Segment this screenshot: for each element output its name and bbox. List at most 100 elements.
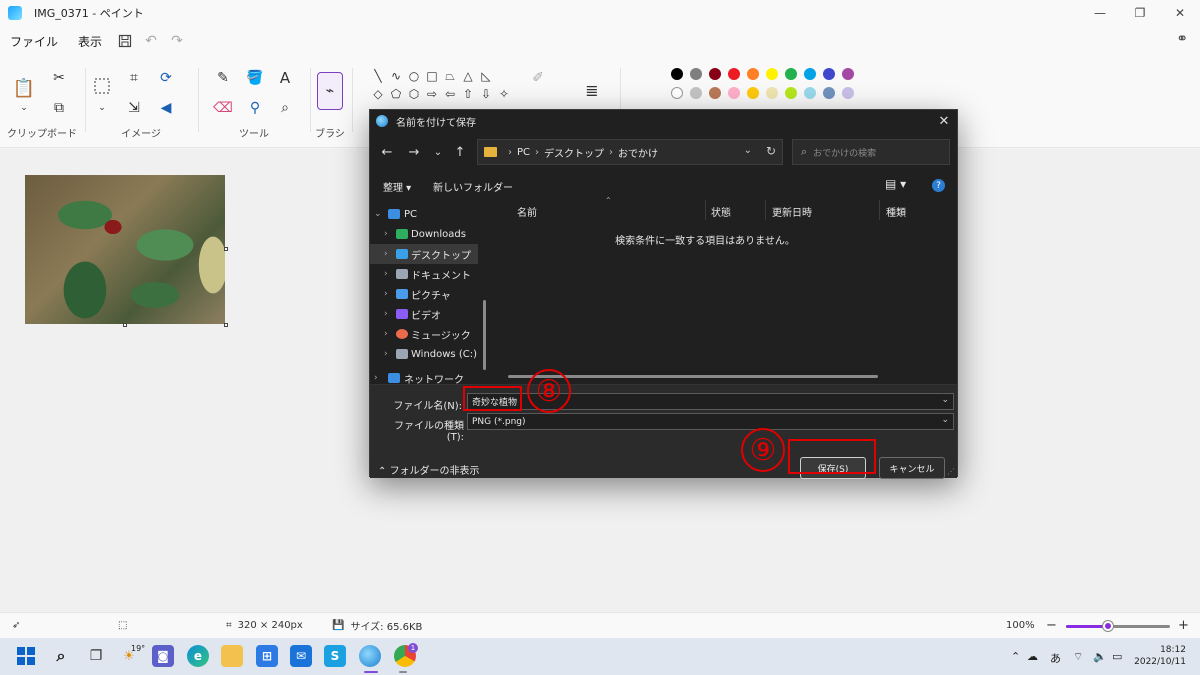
nav-item-documents[interactable]: › ドキュメント [370,264,478,284]
paint-taskbar-icon[interactable] [359,645,381,667]
chevron-right-icon[interactable]: › [384,349,388,359]
task-view-icon[interactable]: ❐ [85,645,107,667]
chevron-right-icon[interactable]: › [374,373,378,383]
color-swatch[interactable] [709,68,721,80]
view-options-icon[interactable]: ▤ ▾ [885,177,906,191]
eraser-icon[interactable]: ⌫ [211,96,235,120]
color-swatch[interactable] [766,68,778,80]
select-icon[interactable] [90,74,114,98]
breadcrumb-desktop[interactable]: デスクトップ [544,145,604,160]
line-width-icon[interactable]: ≣ [580,78,604,102]
menu-file[interactable]: ファイル [0,33,68,50]
chevron-down-icon[interactable]: ⌄ [374,209,382,219]
back-icon[interactable]: ← [377,142,397,162]
skype-icon[interactable]: S [324,645,346,667]
start-icon[interactable] [15,645,37,667]
redo-icon[interactable]: ↷ [164,28,190,54]
organize-button[interactable]: 整理 ▾ [383,179,411,194]
nav-item-videos[interactable]: › ビデオ [370,304,478,324]
column-type[interactable]: 種類 [886,204,906,219]
nav-item-pictures[interactable]: › ピクチャ [370,284,478,304]
chevron-right-icon[interactable]: › [384,229,388,239]
pencil-icon[interactable]: ✎ [211,66,235,90]
menu-view[interactable]: 表示 [68,33,112,50]
color-picker-icon[interactable]: ⚲ [243,96,267,120]
refresh-icon[interactable]: ↻ [766,144,776,158]
zoom-out-icon[interactable]: − [1046,618,1057,633]
color-swatch[interactable] [842,68,854,80]
rotate-icon[interactable]: ⟳ [154,66,178,90]
color-swatch[interactable] [747,68,759,80]
chevron-right-icon[interactable]: › [384,289,388,299]
color-swatch[interactable] [728,87,740,99]
volume-icon[interactable]: 🔈 [1093,650,1107,663]
outline-icon[interactable]: ✐ [526,66,550,90]
zoom-level[interactable]: 100% [1006,620,1035,631]
nav-pane-scrollbar[interactable] [483,300,486,370]
color-swatch[interactable] [842,87,854,99]
save-icon[interactable] [112,28,138,54]
search-input[interactable]: ⌕ おでかけの検索 [792,139,950,165]
cut-icon[interactable]: ✂ [47,66,71,90]
help-icon[interactable]: ? [932,179,945,192]
color-swatch[interactable] [766,87,778,99]
search-icon[interactable]: ⌕ [50,645,72,667]
color-swatch[interactable] [671,68,683,80]
color-swatch[interactable] [804,87,816,99]
maximize-button[interactable]: ❐ [1120,0,1160,26]
magnifier-icon[interactable]: ⌕ [273,96,297,120]
color-swatch[interactable] [728,68,740,80]
column-modified[interactable]: 更新日時 [772,204,812,219]
address-dropdown-icon[interactable]: ⌄ [744,145,752,156]
zoom-in-icon[interactable]: + [1178,618,1189,633]
clock[interactable]: 18:12 2022/10/11 [1134,644,1186,668]
edge-icon[interactable]: e [187,645,209,667]
paste-dropdown-icon[interactable]: ⌄ [12,96,36,120]
new-folder-button[interactable]: 新しいフォルダー [433,179,513,194]
onedrive-icon[interactable]: ☁ [1027,650,1038,663]
color-swatch[interactable] [690,87,702,99]
chevron-right-icon[interactable]: › [384,249,388,259]
close-button[interactable]: ✕ [1160,0,1200,26]
resize-handle[interactable] [224,247,228,251]
mail-icon[interactable]: ✉ [290,645,312,667]
store-icon[interactable]: ⊞ [256,645,278,667]
star-shape-icon[interactable]: ✧ [492,82,516,106]
show-hidden-icons-icon[interactable]: ⌃ [1011,650,1020,663]
flip-icon[interactable]: ◀ [154,96,178,120]
battery-icon[interactable]: ▭ [1112,650,1122,663]
ime-indicator[interactable]: あ [1050,650,1061,666]
up-folder-icon[interactable]: ↑ [450,142,470,162]
file-list[interactable]: ⌃ 名前 状態 更新日時 種類 検索条件に一致する項目はありません。 [505,196,955,380]
resize-grip-icon[interactable]: ⋰ [947,467,955,476]
color-swatch[interactable] [747,87,759,99]
recent-locations-icon[interactable]: ⌄ [428,142,448,162]
fill-icon[interactable]: 🪣 [243,66,267,90]
color-swatch[interactable] [785,87,797,99]
column-status[interactable]: 状態 [711,204,731,219]
color-swatch[interactable] [671,87,683,99]
nav-item-desktop[interactable]: › デスクトップ [370,244,478,264]
color-swatch[interactable] [823,68,835,80]
color-swatch[interactable] [804,68,816,80]
share-icon[interactable]: ⚭ [1176,31,1188,47]
select-dropdown-icon[interactable]: ⌄ [90,96,114,120]
copy-icon[interactable]: ⧉ [47,96,71,120]
undo-icon[interactable]: ↶ [138,28,164,54]
column-name[interactable]: 名前 [517,204,537,219]
nav-item-music[interactable]: › ミュージック [370,324,478,344]
color-swatch[interactable] [690,68,702,80]
nav-item-pc[interactable]: ⌄ PC [370,204,478,224]
chevron-down-icon[interactable]: ⌄ [941,415,949,425]
file-explorer-icon[interactable] [221,645,243,667]
chevron-right-icon[interactable]: › [384,309,388,319]
chevron-down-icon[interactable]: ⌄ [941,395,949,405]
color-swatch[interactable] [785,68,797,80]
zoom-slider-thumb[interactable] [1102,621,1113,631]
filetype-select[interactable]: PNG (*.png) ⌄ [467,413,954,430]
nav-item-downloads[interactable]: › Downloads [370,224,478,244]
resize-handle[interactable] [123,323,127,327]
resize-handle[interactable] [224,323,228,327]
chevron-right-icon[interactable]: › [384,269,388,279]
nav-item-c-drive[interactable]: › Windows (C:) [370,344,478,364]
